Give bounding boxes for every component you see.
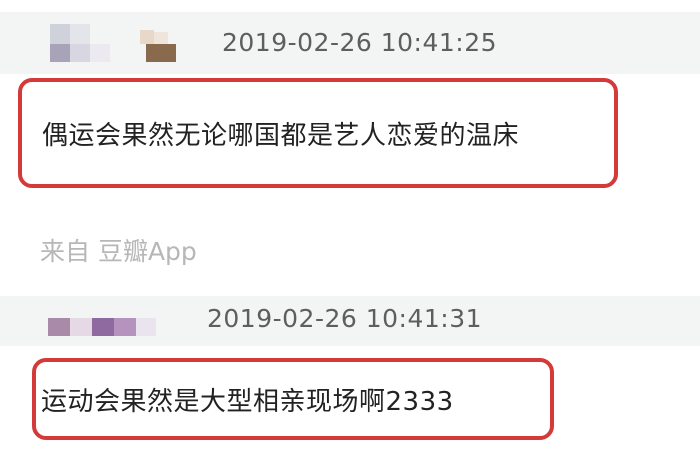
comment-1-text: 偶运会果然无论哪国都是艺人恋爱的温床: [42, 120, 520, 151]
comment-2-text: 运动会果然是大型相亲现场啊2333: [41, 386, 454, 417]
comment-2-timestamp: 2019-02-26 10:41:31: [207, 304, 483, 333]
comment-2-highlight-box: 运动会果然是大型相亲现场啊2333: [32, 358, 554, 440]
comment-1-timestamp: 2019-02-26 10:41:25: [222, 28, 498, 57]
comment-1-highlight-box: 偶运会果然无论哪国都是艺人恋爱的温床: [18, 78, 618, 188]
source-label: 来自 豆瓣App: [40, 237, 197, 266]
comment-2-avatar[interactable]: [48, 316, 158, 338]
pixelated-avatar-icon: [50, 24, 176, 62]
pixelated-avatar-icon: [48, 318, 156, 336]
comment-1-avatar[interactable]: [50, 24, 180, 64]
